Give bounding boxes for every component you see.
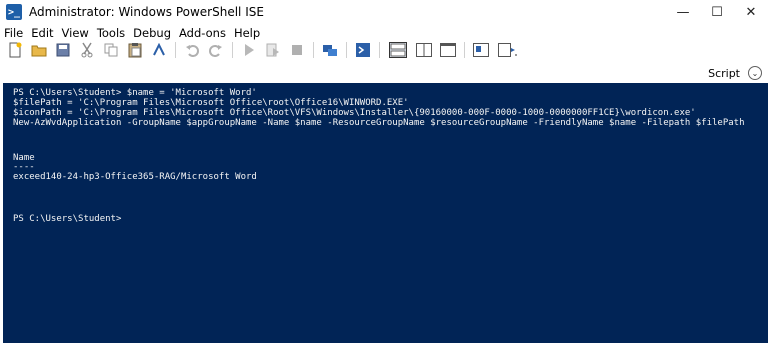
toolbar-separator <box>313 42 314 58</box>
run-selection-icon[interactable] <box>265 42 281 58</box>
menu-debug[interactable]: Debug <box>133 26 171 40</box>
script-pane-bar: Script ⌄ <box>0 63 768 83</box>
clear-console-icon[interactable] <box>151 42 167 58</box>
close-button[interactable]: ✕ <box>734 0 768 24</box>
powershell-ise-icon: >_ <box>6 4 22 20</box>
run-icon[interactable] <box>241 42 257 58</box>
toolbar-separator <box>379 42 380 58</box>
toolbar-separator <box>346 42 347 58</box>
output-column-underline: ---- <box>13 162 35 172</box>
maximize-button[interactable]: ☐ <box>700 0 734 24</box>
new-remote-tab-icon[interactable] <box>322 42 338 58</box>
stop-icon[interactable] <box>289 42 305 58</box>
layout-script-max-icon[interactable] <box>440 42 456 58</box>
window-title: Administrator: Windows PowerShell ISE <box>29 5 264 19</box>
menu-edit[interactable]: Edit <box>31 26 53 40</box>
output-value: exceed140-24-hp3-Office365-RAG/Microsoft… <box>13 172 257 182</box>
undo-icon[interactable] <box>184 42 200 58</box>
menu-bar: File Edit View Tools Debug Add-ons Help <box>0 25 268 40</box>
save-icon[interactable] <box>55 42 71 58</box>
minimize-button[interactable]: — <box>666 0 700 24</box>
paste-icon[interactable] <box>127 42 143 58</box>
title-bar: >_ Administrator: Windows PowerShell ISE… <box>0 0 768 24</box>
show-script-pane-icon[interactable] <box>473 42 489 58</box>
console-prompt[interactable]: PS C:\Users\Student> <box>13 214 121 224</box>
toolbar-separator <box>464 42 465 58</box>
expand-script-pane-icon[interactable]: ⌄ <box>748 66 762 80</box>
new-file-icon[interactable] <box>7 42 23 58</box>
menu-help[interactable]: Help <box>234 26 260 40</box>
layout-script-right-icon[interactable] <box>416 42 432 58</box>
console-line: $iconPath = 'C:\Program Files\Microsoft … <box>13 108 696 118</box>
show-commands-icon[interactable] <box>497 42 519 58</box>
menu-add-ons[interactable]: Add-ons <box>179 26 226 40</box>
open-folder-icon[interactable] <box>31 42 47 58</box>
layout-script-top-icon[interactable] <box>388 42 408 58</box>
menu-view[interactable]: View <box>62 26 89 40</box>
cut-icon[interactable] <box>79 42 95 58</box>
script-pane-label: Script <box>708 67 740 80</box>
toolbar-separator <box>232 42 233 58</box>
console-pane[interactable]: PS C:\Users\Student> $name = 'Microsoft … <box>3 83 768 343</box>
copy-icon[interactable] <box>103 42 119 58</box>
menu-file[interactable]: File <box>4 26 23 40</box>
toolbar <box>0 40 768 60</box>
window-controls: — ☐ ✕ <box>666 0 768 24</box>
console-line: PS C:\Users\Student> $name = 'Microsoft … <box>13 88 257 98</box>
start-powershell-icon[interactable] <box>355 42 371 58</box>
toolbar-separator <box>175 42 176 58</box>
menu-tools[interactable]: Tools <box>97 26 125 40</box>
redo-icon[interactable] <box>208 42 224 58</box>
console-line: $filePath = 'C:\Program Files\Microsoft … <box>13 98 409 108</box>
console-line: New-AzWvdApplication -GroupName $appGrou… <box>13 118 745 128</box>
